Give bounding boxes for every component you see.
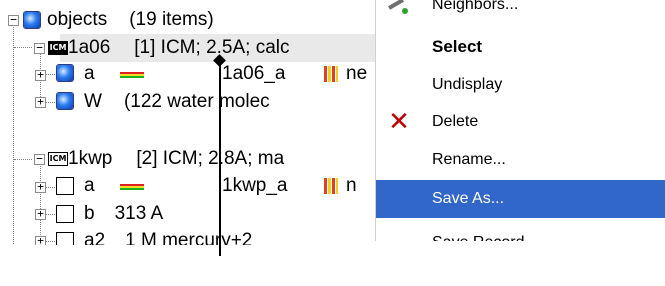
menu-item-neighbors[interactable]: Neighbors...: [376, 0, 665, 24]
collapse-toggle[interactable]: −: [8, 14, 19, 26]
objects-folder-icon: [24, 12, 40, 28]
tree-row-b[interactable]: b 313 A: [84, 200, 163, 228]
tree-row-a[interactable]: a: [84, 60, 95, 88]
tree-root-label: objects: [47, 9, 108, 30]
property-bars-icon: [324, 178, 338, 194]
tree-row-a[interactable]: a: [84, 172, 95, 200]
expand-toggle[interactable]: +: [35, 181, 46, 193]
expand-toggle[interactable]: +: [35, 96, 46, 108]
ribbon-icon: [120, 184, 144, 190]
menu-item-select[interactable]: Select: [376, 28, 665, 66]
tree-root-count: (19 items): [129, 9, 214, 30]
icm-molecule-icon: ICM: [48, 41, 68, 55]
tree-item-name: a: [84, 175, 95, 196]
ribbon-icon: [120, 72, 144, 78]
tree-item-info: [2] ICM; 2.8A; ma: [136, 148, 285, 169]
tree-item-name: a: [84, 63, 95, 84]
tree-item-info: (122 water molec: [123, 91, 270, 112]
molecule-empty-icon: [56, 232, 74, 245]
tree-item-name: a2: [84, 230, 106, 245]
tree-item-trunc: ne: [346, 60, 367, 88]
tree-item-trunc: n: [346, 172, 357, 200]
object-tree: − objects (19 items) 1a06 [1] ICM; 2.5A;…: [0, 0, 380, 245]
tree-item-info: 1a06_a: [222, 63, 286, 84]
tree-item-name: 1a06: [68, 37, 111, 58]
delete-x-icon: ✕: [388, 107, 410, 137]
tree-row-1kwp[interactable]: 1kwp [2] ICM; 2.8A; ma: [68, 145, 284, 173]
molecule-icon: [57, 65, 73, 81]
tree-guide-line: [14, 47, 32, 48]
menu-item-delete[interactable]: ✕ Delete: [376, 103, 665, 141]
menu-item-save-record[interactable]: Save Record...: [376, 224, 665, 241]
menu-item-save-as[interactable]: Save As...: [376, 180, 665, 218]
tree-item-info: 313 A: [114, 203, 164, 224]
tree-item-info: [1] ICM; 2.5A; calc: [134, 37, 290, 58]
expand-toggle[interactable]: +: [35, 235, 46, 245]
neighbors-icon: [388, 0, 410, 16]
tree-item-info: 1 M mercury+2: [125, 230, 253, 245]
tree-row-a2[interactable]: a2 1 M mercury+2: [84, 227, 252, 245]
tree-item-info-row: 1kwp_a: [222, 172, 288, 200]
tree-item-info-row: 1a06_a: [222, 60, 285, 88]
tree-item-trunc-text: ne: [346, 63, 368, 84]
menu-item-label: Select: [432, 37, 483, 56]
tree-item-name: 1kwp: [68, 148, 113, 169]
menu-item-label: Save As...: [432, 190, 505, 207]
tree-row-w[interactable]: W (122 water molec: [84, 88, 270, 116]
icm-molecule-icon: ICM: [48, 152, 68, 166]
menu-item-label: Save Record...: [432, 224, 538, 241]
menu-item-undisplay[interactable]: Undisplay: [376, 66, 665, 104]
menu-item-label: Neighbors...: [432, 0, 519, 13]
menu-item-label: Delete: [432, 113, 479, 130]
tree-item-trunc-text: n: [346, 175, 357, 196]
molecule-empty-icon: [56, 205, 74, 223]
tree-item-name: b: [84, 203, 95, 224]
expand-toggle[interactable]: +: [35, 208, 46, 220]
tree-guide-line: [13, 25, 14, 245]
menu-item-label: Undisplay: [432, 76, 503, 93]
collapse-toggle[interactable]: −: [34, 153, 45, 165]
menu-item-rename[interactable]: Rename...: [376, 141, 665, 179]
mouse-cursor-line: [219, 60, 221, 256]
water-molecules-icon: [57, 93, 73, 109]
tree-root-objects[interactable]: objects (19 items): [47, 6, 214, 34]
tree-guide-line: [14, 159, 32, 160]
tree-item-name: W: [84, 91, 102, 112]
tree-guide-line: [40, 164, 41, 245]
menu-item-label: Rename...: [432, 151, 506, 168]
molecule-empty-icon: [56, 177, 74, 195]
tree-item-info: 1kwp_a: [222, 175, 288, 196]
context-menu: Neighbors... Select Undisplay ✕ Delete R…: [375, 0, 665, 241]
collapse-toggle[interactable]: −: [34, 42, 45, 54]
expand-toggle[interactable]: +: [35, 69, 46, 81]
property-bars-icon: [324, 66, 338, 82]
